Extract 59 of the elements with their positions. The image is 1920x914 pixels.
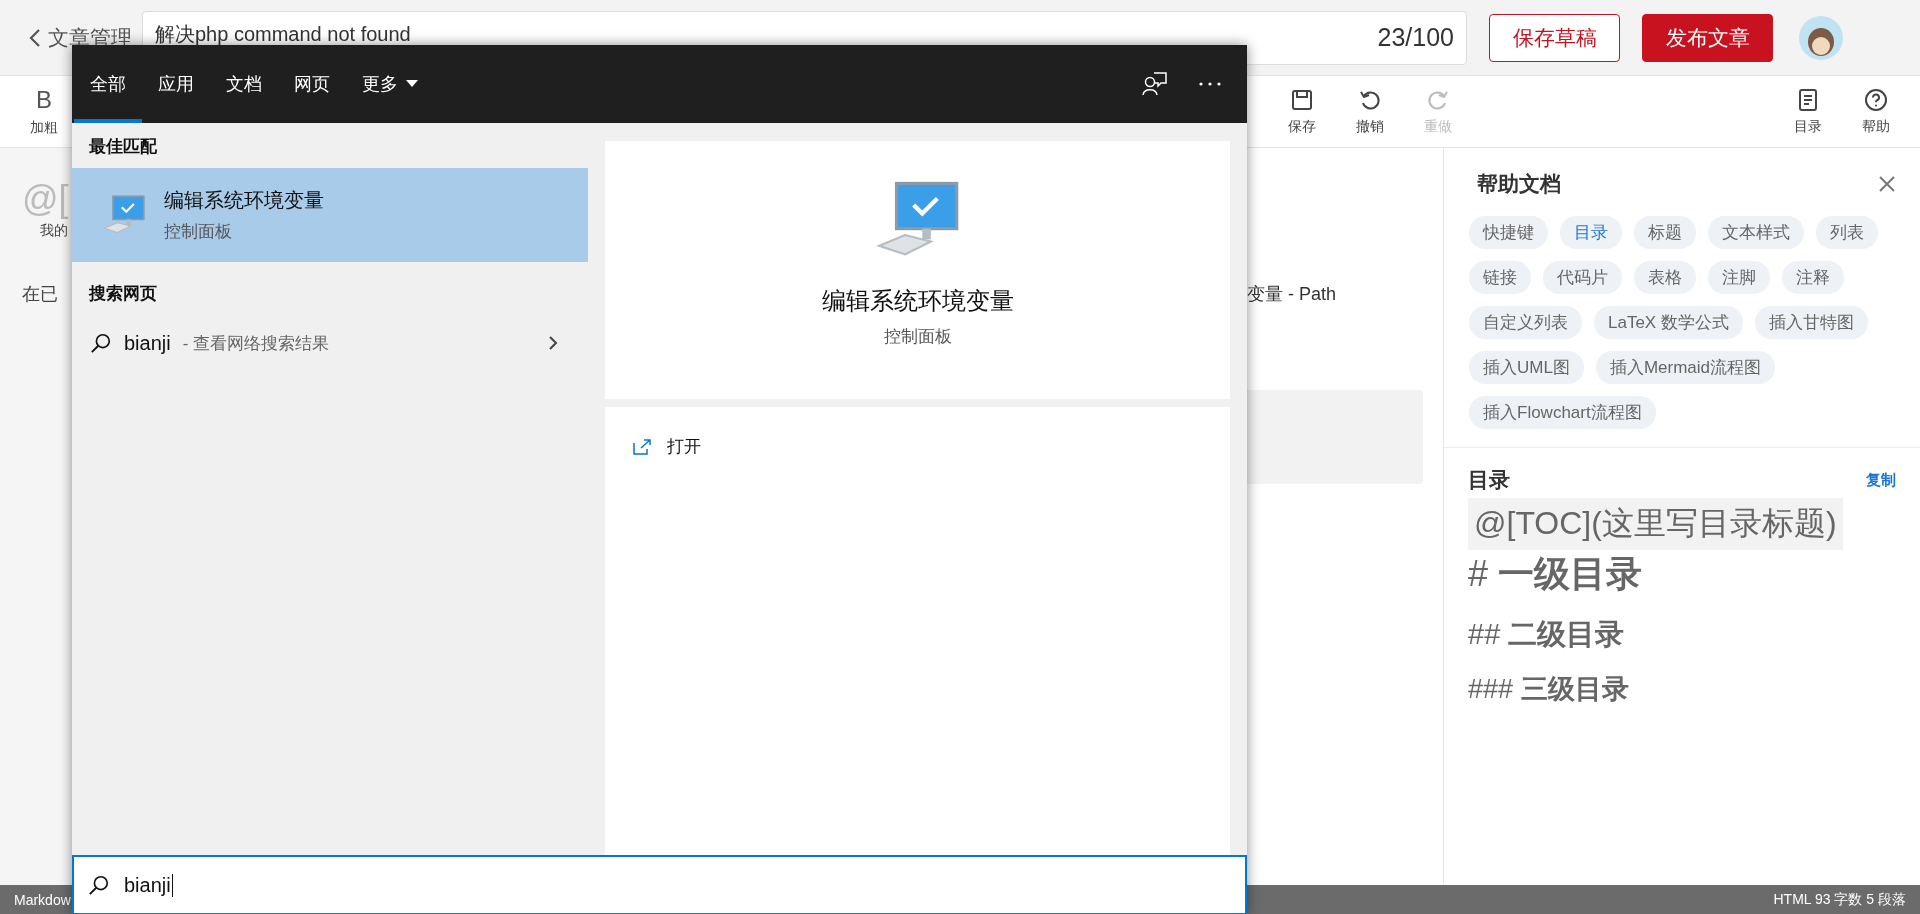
toolbar-button[interactable]: 帮助 (1842, 87, 1910, 136)
save-icon (1290, 87, 1314, 112)
toolbar-button[interactable]: 撤销 (1336, 87, 1404, 136)
search-tab[interactable]: 全部 (74, 45, 142, 123)
help-tag[interactable]: 注脚 (1708, 261, 1770, 294)
section-heading: 最佳匹配 (88, 136, 158, 158)
best-match-item[interactable]: 编辑系统环境变量 控制面板 (72, 168, 588, 262)
editor-text: 我的 (40, 222, 68, 240)
help-tag[interactable]: 插入Flowchart流程图 (1469, 396, 1656, 429)
result-subtitle: 控制面板 (164, 221, 233, 243)
help-tag[interactable]: 插入UML图 (1469, 351, 1584, 384)
toolbar-button[interactable]: 保存 (1268, 87, 1336, 136)
help-tag[interactable]: 列表 (1816, 216, 1878, 249)
toc-heading: ### 三级目录 (1468, 673, 1629, 706)
back-icon (28, 27, 42, 48)
help-tag[interactable]: 表格 (1634, 261, 1696, 294)
caret-icon (406, 80, 418, 88)
toc-code: @[TOC](这里写目录标题) (1468, 498, 1843, 550)
editor-text: 在已 (22, 283, 58, 306)
search-icon (88, 874, 110, 896)
publish-button[interactable]: 发布文章 (1642, 13, 1773, 62)
toolbar-button[interactable]: 目录 (1774, 87, 1842, 136)
help-tag[interactable]: 快捷键 (1469, 216, 1548, 249)
help-title: 帮助文档 (1477, 171, 1561, 197)
open-action[interactable]: 打开 (605, 427, 1230, 466)
help-tag[interactable]: 代码片 (1543, 261, 1622, 294)
save-draft-button[interactable]: 保存草稿 (1489, 13, 1620, 62)
help-tag[interactable]: 插入甘特图 (1754, 306, 1868, 339)
search-field[interactable]: bianji (72, 855, 1247, 914)
preview-text: 变量 - Path (1247, 283, 1337, 306)
preview-title: 编辑系统环境变量 (821, 286, 1014, 316)
toc-heading: ## 二级目录 (1468, 617, 1625, 652)
feedback-icon[interactable] (1141, 71, 1167, 97)
preview-subtitle: 控制面板 (883, 326, 952, 348)
open-icon (633, 438, 651, 455)
status-text: Markdow (14, 891, 71, 908)
result-title: 编辑系统环境变量 (164, 188, 324, 213)
chevron-icon (548, 335, 558, 351)
help-tag[interactable]: 文本样式 (1708, 216, 1804, 249)
search-icon (90, 332, 112, 354)
help-tag[interactable]: 注释 (1782, 261, 1844, 294)
editor-text: @[ (22, 178, 69, 220)
character-count: 23/100 (1377, 23, 1454, 52)
toc-heading: # 一级目录 (1468, 552, 1643, 596)
avatar[interactable] (1799, 15, 1843, 60)
section-heading: 搜索网页 (87, 283, 158, 305)
help-tag[interactable]: 自定义列表 (1469, 306, 1582, 339)
help-tag[interactable]: LaTeX 数学公式 (1594, 306, 1743, 339)
toc-title: 目录 (1468, 467, 1510, 493)
help-tag[interactable]: 标题 (1634, 216, 1696, 249)
status-stats: HTML 93 字数 5 段落 (1773, 890, 1906, 909)
web-result-item[interactable]: bianji - 查看网络搜索结果 (72, 315, 588, 371)
help-tag[interactable]: 插入Mermaid流程图 (1595, 351, 1776, 384)
help-tag[interactable]: 目录 (1560, 216, 1622, 249)
close-icon[interactable] (1878, 175, 1896, 193)
copy-link[interactable]: 复制 (1866, 470, 1896, 490)
help-tag[interactable]: 链接 (1469, 261, 1531, 294)
help-icon (1864, 87, 1888, 112)
document-icon (1796, 87, 1820, 112)
